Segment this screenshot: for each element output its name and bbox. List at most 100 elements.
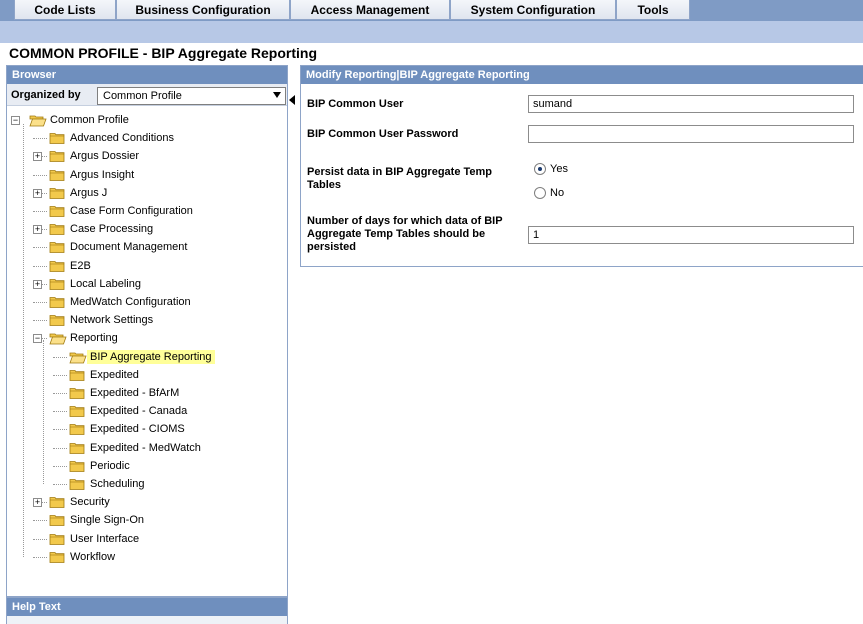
- folder-icon: [49, 241, 65, 254]
- persist-no-radio[interactable]: [534, 187, 546, 199]
- tree-item-label: MedWatch Configuration: [70, 296, 191, 308]
- tree-item[interactable]: Case Processing: [49, 221, 156, 237]
- folder-icon: [49, 496, 65, 509]
- tree-item-label: Case Processing: [70, 223, 154, 236]
- folder-icon: [49, 260, 65, 272]
- browser-panel: Browser Organized by Common Profile − Com…: [6, 65, 288, 597]
- tree-connector-line: [33, 247, 47, 249]
- menu-access-management[interactable]: Access Management: [290, 0, 450, 20]
- tree-item-label: Network Settings: [70, 314, 154, 327]
- tree-connector-line: [53, 356, 67, 358]
- tree-item[interactable]: Local Labeling: [49, 276, 144, 292]
- tree-item[interactable]: Workflow: [49, 549, 118, 565]
- expand-plus-icon[interactable]: +: [33, 152, 42, 162]
- persist-data-label: Persist data in BIP Aggregate Temp Table…: [307, 166, 493, 191]
- tree-item[interactable]: Reporting: [49, 330, 121, 346]
- collapse-minus-icon[interactable]: −: [11, 116, 20, 125]
- chevron-down-icon[interactable]: [273, 92, 281, 98]
- common-user-password-label: BIP Common User Password: [307, 128, 459, 140]
- tree-item[interactable]: Expedited: [69, 367, 142, 383]
- tree-item[interactable]: Case Form Configuration: [49, 203, 196, 219]
- tree-item[interactable]: Argus Insight: [49, 167, 137, 183]
- collapse-left-arrow-icon[interactable]: [289, 95, 295, 105]
- tree-item[interactable]: Common Profile: [29, 112, 132, 128]
- tree-item[interactable]: Argus Dossier: [49, 148, 142, 164]
- tree-item-label: Single Sign-On: [70, 514, 144, 527]
- folder-open-icon: [49, 332, 67, 345]
- folder-icon: [49, 187, 65, 199]
- folder-icon: [69, 478, 85, 490]
- folder-icon: [49, 205, 65, 217]
- tree-item-label: Argus J: [70, 186, 108, 199]
- tree-connector-line: [33, 320, 47, 322]
- tree-item[interactable]: MedWatch Configuration: [49, 294, 194, 310]
- expand-plus-icon[interactable]: +: [33, 498, 42, 508]
- folder-icon: [49, 150, 65, 163]
- persist-yes-option[interactable]: Yes: [534, 163, 568, 175]
- tree-connector-line: [33, 138, 47, 140]
- tree-connector-line: [53, 465, 67, 467]
- tree-connector-line: [53, 484, 67, 485]
- folder-icon: [69, 442, 85, 454]
- sub-menu-bar: [0, 21, 863, 43]
- modify-reporting-panel: Modify Reporting|BIP Aggregate Reporting…: [300, 65, 863, 267]
- help-header: Help Text: [7, 598, 287, 616]
- tree-item-label: Expedited: [90, 368, 139, 381]
- folder-icon: [49, 314, 65, 327]
- tree-item-label: Expedited - CIOMS: [90, 423, 185, 436]
- tree-item-label: Argus Insight: [70, 168, 135, 181]
- tree-item-label: Security: [70, 496, 110, 509]
- tree-item[interactable]: Periodic: [69, 458, 133, 474]
- expand-plus-icon[interactable]: +: [33, 225, 42, 235]
- tree-item[interactable]: Expedited - CIOMS: [69, 421, 188, 437]
- tree-item[interactable]: User Interface: [49, 531, 142, 547]
- tree-connector-line: [53, 447, 67, 449]
- tree-item[interactable]: Scheduling: [69, 476, 147, 492]
- tree-connector-line: [33, 174, 47, 176]
- tree-item-label: Common Profile: [50, 114, 129, 126]
- tree-connector-line: [33, 211, 47, 212]
- menu-tools[interactable]: Tools: [616, 0, 690, 20]
- tree-item-label: Scheduling: [90, 478, 145, 490]
- tree-item-label: Document Management: [70, 241, 188, 254]
- persist-days-input[interactable]: 1: [528, 226, 854, 244]
- expand-plus-icon[interactable]: +: [33, 188, 42, 198]
- expand-plus-icon[interactable]: +: [33, 279, 42, 289]
- collapse-minus-icon[interactable]: −: [33, 334, 42, 344]
- top-menu-bar: Code Lists Business Configuration Access…: [0, 0, 863, 21]
- tree-item[interactable]: Network Settings: [49, 312, 156, 328]
- common-user-input[interactable]: sumand: [528, 95, 854, 113]
- persist-no-option[interactable]: No: [534, 187, 564, 199]
- tree-item-label: Expedited - MedWatch: [90, 441, 201, 454]
- tree-item[interactable]: E2B: [49, 258, 94, 274]
- tree-item-label: User Interface: [70, 532, 140, 545]
- tree-item-label: BIP Aggregate Reporting: [87, 349, 215, 364]
- folder-icon: [69, 387, 85, 399]
- tree-item[interactable]: Expedited - BfArM: [69, 385, 182, 401]
- tree-item[interactable]: Expedited - MedWatch: [69, 440, 204, 456]
- folder-icon: [49, 533, 65, 545]
- common-user-password-input[interactable]: [528, 125, 854, 143]
- organized-by-select[interactable]: Common Profile: [97, 87, 286, 105]
- tree-item[interactable]: Security: [49, 494, 113, 510]
- tree-connector-line: [33, 520, 47, 522]
- tree-item[interactable]: Single Sign-On: [49, 512, 147, 528]
- browser-header: Browser: [7, 66, 287, 84]
- folder-icon: [49, 296, 65, 308]
- tree-item-label: Periodic: [90, 459, 130, 472]
- browser-tree: − Common Profile Advanced Conditions + Argus…: [7, 110, 287, 598]
- tree-connector-line: [53, 374, 67, 376]
- menu-business-configuration[interactable]: Business Configuration: [116, 0, 290, 20]
- tree-item[interactable]: Advanced Conditions: [49, 130, 177, 146]
- page-title: COMMON PROFILE - BIP Aggregate Reporting: [9, 45, 318, 61]
- tree-item-label: Local Labeling: [70, 277, 141, 290]
- menu-system-configuration[interactable]: System Configuration: [450, 0, 616, 20]
- persist-yes-radio[interactable]: [534, 163, 546, 175]
- tree-item[interactable]: BIP Aggregate Reporting: [69, 349, 215, 365]
- menu-code-lists[interactable]: Code Lists: [14, 0, 116, 20]
- tree-item-label: Expedited - Canada: [90, 405, 188, 418]
- tree-item[interactable]: Expedited - Canada: [69, 403, 190, 419]
- tree-item[interactable]: Argus J: [49, 185, 110, 201]
- persist-yes-label: Yes: [550, 163, 568, 175]
- tree-item[interactable]: Document Management: [49, 239, 190, 255]
